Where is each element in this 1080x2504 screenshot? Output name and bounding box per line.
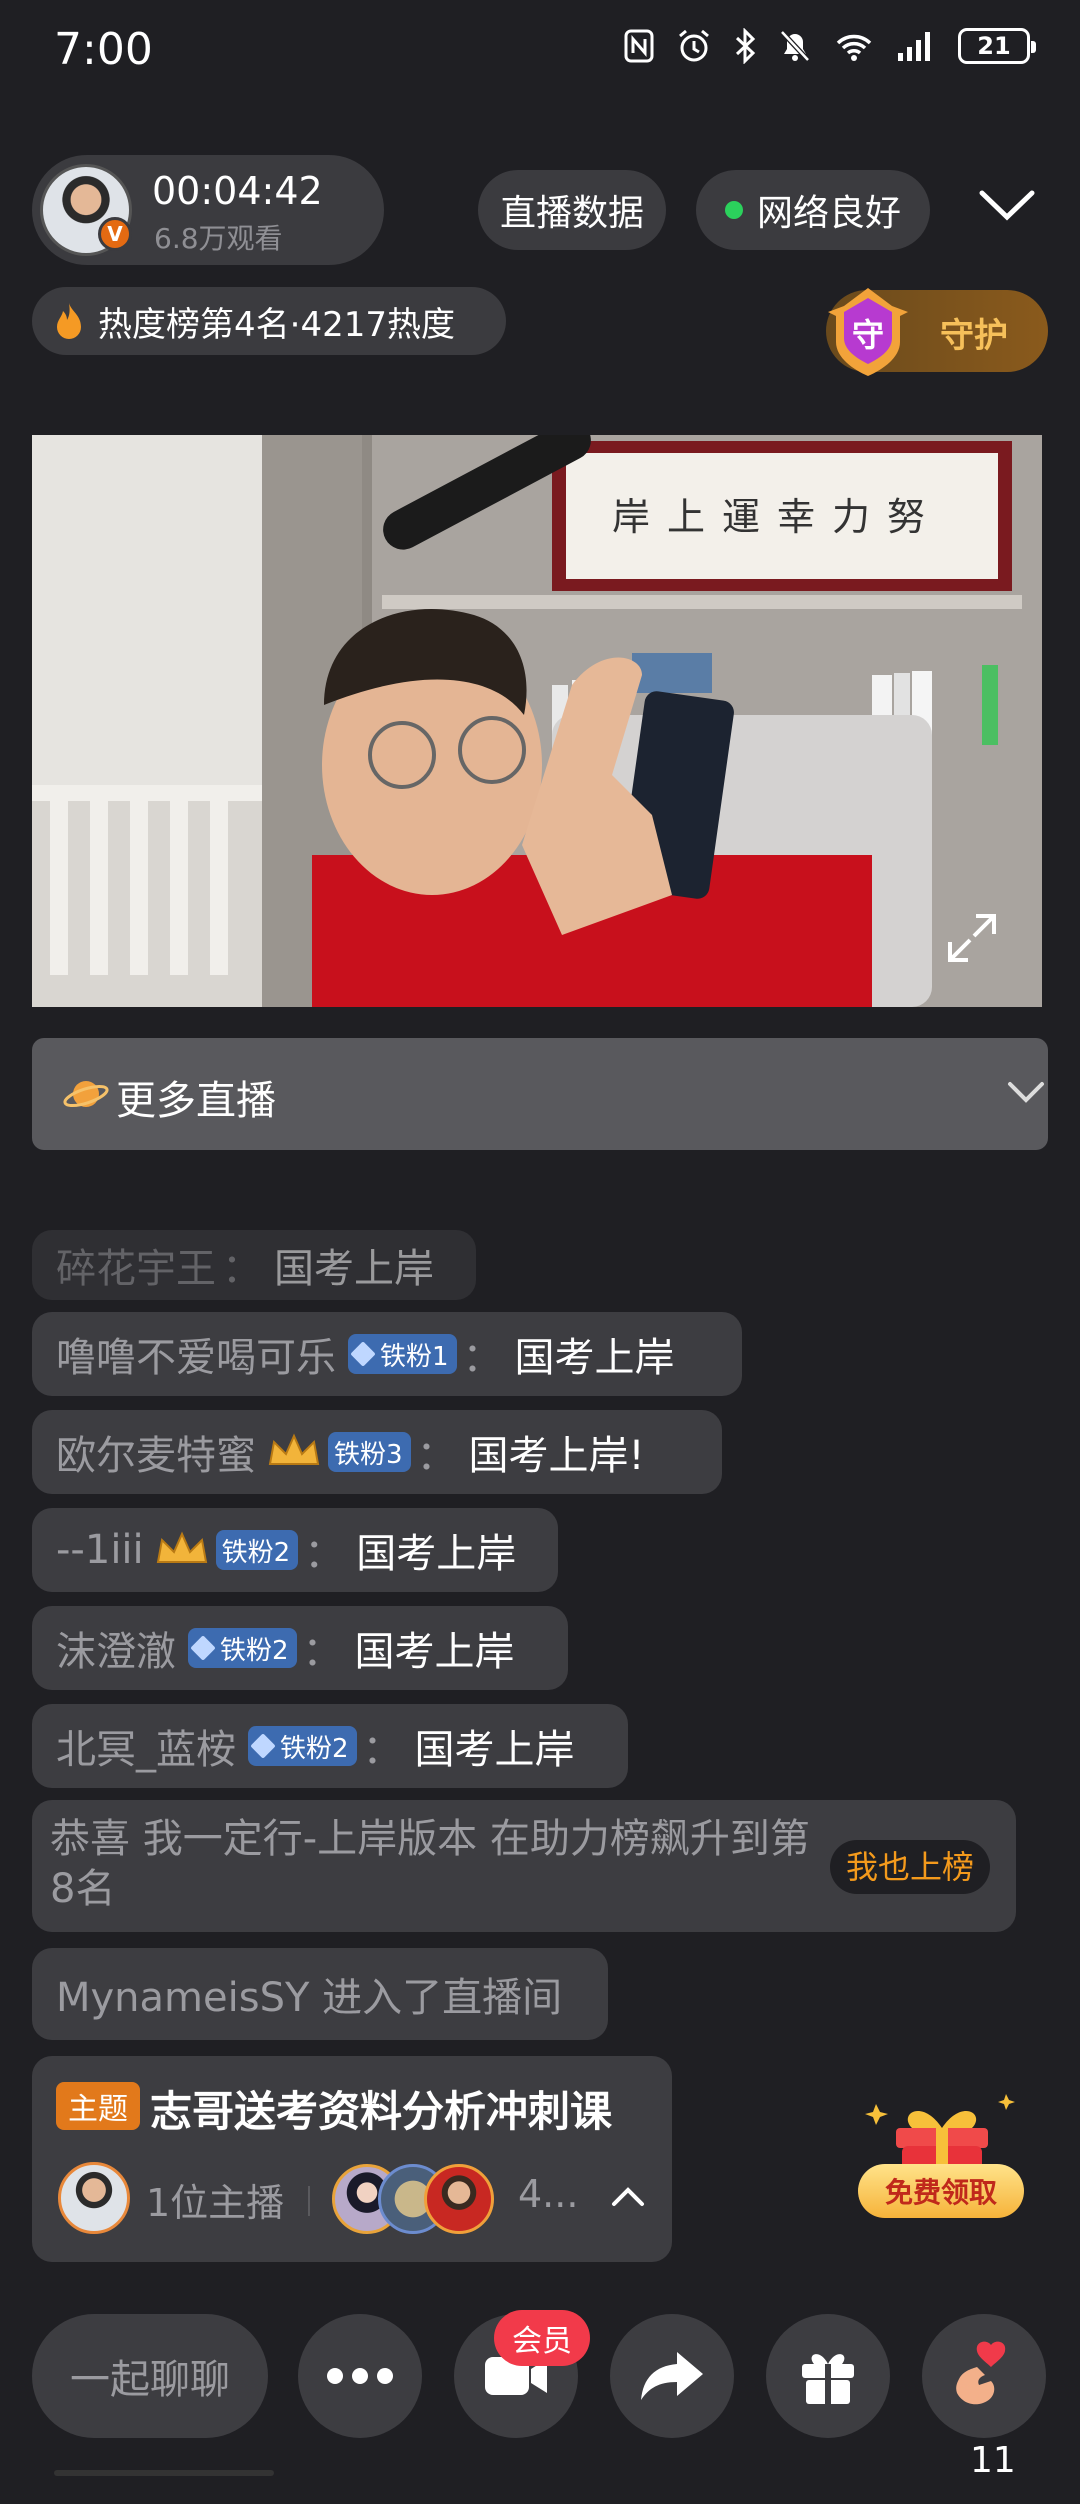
live-data-button[interactable]: 直播数据	[478, 170, 666, 250]
host-avatar[interactable]	[58, 2162, 130, 2234]
fan-badge: 铁粉2	[248, 1726, 357, 1766]
more-live-dropdown[interactable]: 更多直播	[32, 1038, 1048, 1150]
network-status-label: 网络良好	[756, 193, 901, 234]
diamond-icon	[350, 1341, 376, 1367]
fullscreen-icon[interactable]	[944, 910, 1000, 966]
host-info-pill[interactable]: V 00:04:42 6.8万观看	[32, 155, 384, 265]
chat-message[interactable]: 北冥_蓝桉 铁粉2 ：国考上岸	[32, 1704, 628, 1788]
chat-text: 国考上岸	[514, 1335, 675, 1381]
fan-badge: 铁粉2	[215, 1530, 299, 1570]
free-claim-button[interactable]: 免费领取	[858, 2164, 1024, 2218]
more-dots-icon	[327, 2368, 393, 2384]
guest-avatar[interactable]	[424, 2164, 494, 2234]
chat-message[interactable]: 沫澄澈 铁粉2 ：国考上岸	[32, 1606, 568, 1690]
topic-title: 志哥送考资料分析冲刺课	[150, 2087, 613, 2136]
guard-shield-char: 守	[852, 316, 884, 354]
chat-username[interactable]: 北冥_蓝桉	[56, 1717, 236, 1775]
topic-tag: 主题	[56, 2082, 140, 2130]
topic-host-count: 1位主播	[146, 2181, 285, 2225]
share-arrow-icon	[641, 2352, 703, 2400]
chevron-down-icon	[1008, 1082, 1044, 1103]
home-indicator	[54, 2470, 274, 2476]
topic-card[interactable]: 主题 志哥送考资料分析冲刺课 1位主播 4...	[32, 2056, 672, 2262]
chevron-down-icon[interactable]	[976, 185, 1038, 225]
chat-message[interactable]: --1iii 铁粉2 ：国考上岸	[32, 1508, 558, 1592]
live-timer: 00:04:42	[152, 169, 323, 213]
chat-message[interactable]: 欧尔麦特蜜 铁粉3 ：国考上岸!	[32, 1410, 722, 1494]
chat-username[interactable]: 欧尔麦特蜜	[56, 1423, 256, 1481]
chat-text: 国考上岸	[274, 1246, 434, 1292]
svg-text:上: 上	[667, 495, 705, 539]
live-video[interactable]: 岸上運幸力努	[32, 435, 1042, 1007]
video-frame: 岸上運幸力努	[32, 435, 1042, 1007]
join-notice-text: MynameisSY 进入了直播间	[56, 1975, 563, 2021]
crown-icon	[268, 1433, 320, 1465]
guard-button[interactable]: 守 守护	[826, 288, 1048, 376]
verified-badge: V	[98, 217, 132, 251]
chat-text: 国考上岸	[414, 1727, 575, 1773]
status-bar: 7:00 21	[0, 0, 1080, 100]
fire-icon	[57, 303, 81, 339]
signal-icon	[898, 32, 930, 61]
crown-icon	[156, 1531, 207, 1563]
share-button[interactable]	[610, 2314, 734, 2438]
like-button[interactable]	[922, 2314, 1046, 2438]
chevron-up-icon[interactable]	[610, 2184, 646, 2208]
network-status-button[interactable]: 网络良好	[696, 170, 930, 250]
nfc-icon	[624, 29, 654, 63]
heat-rank-label: 热度榜第4名·4217热度	[98, 304, 455, 345]
status-icons: 21	[624, 28, 1036, 64]
finger-heart-icon	[956, 2341, 1006, 2405]
rank-up-text: 恭喜 我一定行-上岸版本 在助力榜飙升到第8名	[50, 1816, 810, 1912]
chat-username[interactable]: 噜噜不爱喝可乐	[56, 1325, 336, 1383]
more-button[interactable]	[298, 2314, 422, 2438]
svg-text:努: 努	[887, 495, 925, 539]
chat-username[interactable]: 碎花宇王	[56, 1236, 216, 1294]
chat-text: 国考上岸!	[468, 1433, 645, 1479]
chat-text: 国考上岸	[356, 1531, 517, 1577]
svg-text:運: 運	[722, 495, 760, 539]
planet-icon	[63, 1081, 109, 1108]
network-status-dot	[724, 201, 743, 219]
svg-text:力: 力	[832, 495, 870, 539]
join-rank-button[interactable]: 我也上榜	[829, 1840, 990, 1894]
shield-icon: 守	[828, 288, 908, 376]
diamond-icon	[250, 1733, 276, 1759]
bluetooth-icon	[735, 28, 756, 64]
rank-up-notice: 恭喜 我一定行-上岸版本 在助力榜飙升到第8名 我也上榜	[32, 1800, 1016, 1932]
fan-badge: 铁粉1	[348, 1334, 457, 1374]
svg-text:岸: 岸	[612, 495, 650, 539]
more-live-label: 更多直播	[116, 1078, 276, 1124]
fan-badge: 铁粉2	[188, 1628, 297, 1668]
member-badge[interactable]: 会员	[494, 2310, 590, 2366]
status-time: 7:00	[54, 24, 153, 75]
chat-username[interactable]: 沫澄澈	[56, 1619, 176, 1677]
viewer-count: 6.8万观看	[154, 222, 283, 255]
alarm-icon	[679, 29, 709, 62]
join-notice: MynameisSY 进入了直播间	[32, 1948, 608, 2040]
mute-icon	[780, 30, 810, 62]
chat-message[interactable]: 噜噜不爱喝可乐 铁粉1 ：国考上岸	[32, 1312, 742, 1396]
like-count: 11	[970, 2440, 1016, 2481]
diamond-icon	[190, 1635, 216, 1661]
chat-username[interactable]: --1iii	[56, 1527, 144, 1573]
gift-icon	[802, 2354, 854, 2404]
heat-rank-pill[interactable]: 热度榜第4名·4217热度	[32, 287, 506, 355]
wifi-icon	[836, 34, 872, 61]
topic-more-count: 4...	[518, 2172, 579, 2216]
chat-text: 国考上岸	[354, 1629, 515, 1675]
divider	[308, 2186, 310, 2216]
gift-button[interactable]	[766, 2314, 890, 2438]
guard-label: 守护	[940, 316, 1008, 356]
chat-message[interactable]: 碎花宇王：国考上岸	[32, 1230, 476, 1300]
svg-text:幸: 幸	[777, 495, 815, 539]
fan-badge: 铁粉3	[328, 1432, 411, 1472]
chat-input[interactable]: 一起聊聊	[32, 2314, 268, 2438]
battery-icon: 21	[958, 28, 1036, 64]
battery-level: 21	[977, 32, 1011, 60]
